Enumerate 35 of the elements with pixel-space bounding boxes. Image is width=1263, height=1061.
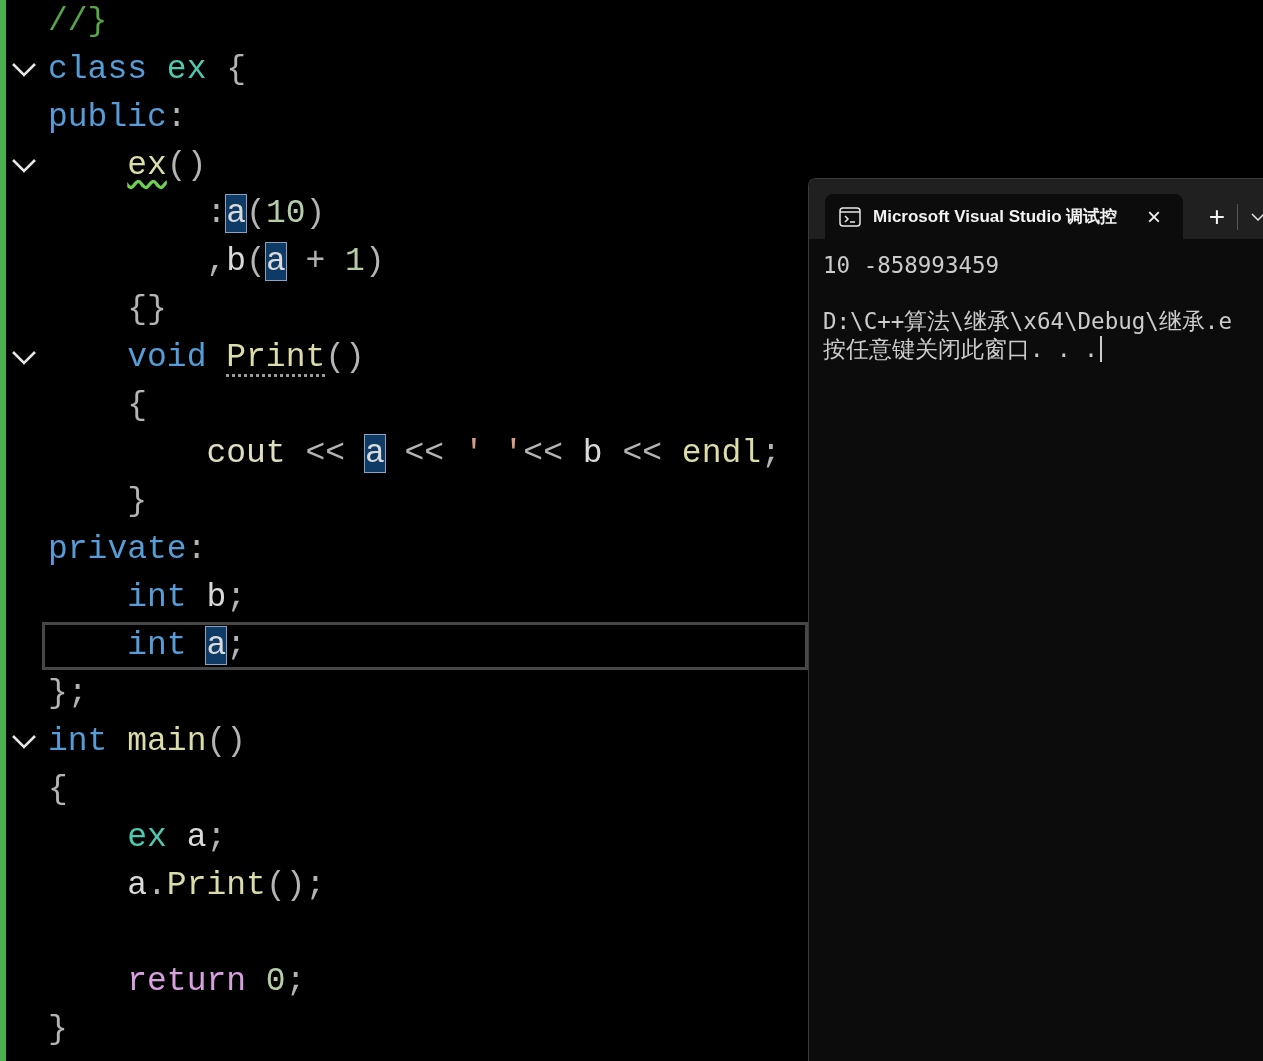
code-line: cout << a << ' '<< b << endl;: [205, 434, 781, 474]
code-line: a.Print();: [126, 866, 326, 906]
code-line: int main(): [48, 722, 247, 762]
code-line: public:: [48, 98, 187, 138]
code-line: int b;: [126, 578, 247, 618]
code-line: }: [126, 482, 148, 522]
fold-chevron-icon[interactable]: [11, 734, 37, 750]
code-line: ,b(a + 1): [205, 242, 385, 282]
code-line: void Print(): [126, 338, 365, 378]
console-output-line: 10 -858993459: [823, 251, 1000, 279]
console-output-line: D:\C++算法\继承\x64\Debug\继承.e: [823, 307, 1232, 335]
code-line: {: [126, 386, 148, 426]
fold-chevron-icon[interactable]: [11, 158, 37, 174]
fold-chevron-icon[interactable]: [11, 350, 37, 366]
code-line: return 0;: [126, 962, 306, 1002]
code-line: class ex {: [48, 50, 247, 90]
code-line: ex a;: [126, 818, 227, 858]
code-line: };: [48, 674, 88, 714]
close-tab-button[interactable]: ×: [1147, 204, 1161, 229]
dropdown-chevron-icon[interactable]: [1250, 211, 1263, 222]
code-line: {: [48, 770, 68, 810]
code-line: }: [48, 1010, 68, 1050]
new-tab-button[interactable]: +: [1197, 202, 1237, 231]
code-line: ex(): [126, 146, 207, 186]
code-line: {}: [126, 290, 167, 330]
code-line: :a(10): [205, 194, 326, 234]
fold-chevron-icon[interactable]: [11, 62, 37, 78]
code-line: private:: [48, 530, 207, 570]
code-line: //}: [48, 2, 108, 42]
terminal-tab[interactable]: Microsoft Visual Studio 调试控 ×: [825, 194, 1183, 239]
text-cursor: [1099, 336, 1102, 362]
code-line: int a;: [126, 626, 247, 666]
tab-title: Microsoft Visual Studio 调试控: [873, 205, 1118, 228]
console-output-line: 按任意键关闭此窗口. . .: [823, 335, 1098, 363]
console-icon: [839, 206, 861, 227]
